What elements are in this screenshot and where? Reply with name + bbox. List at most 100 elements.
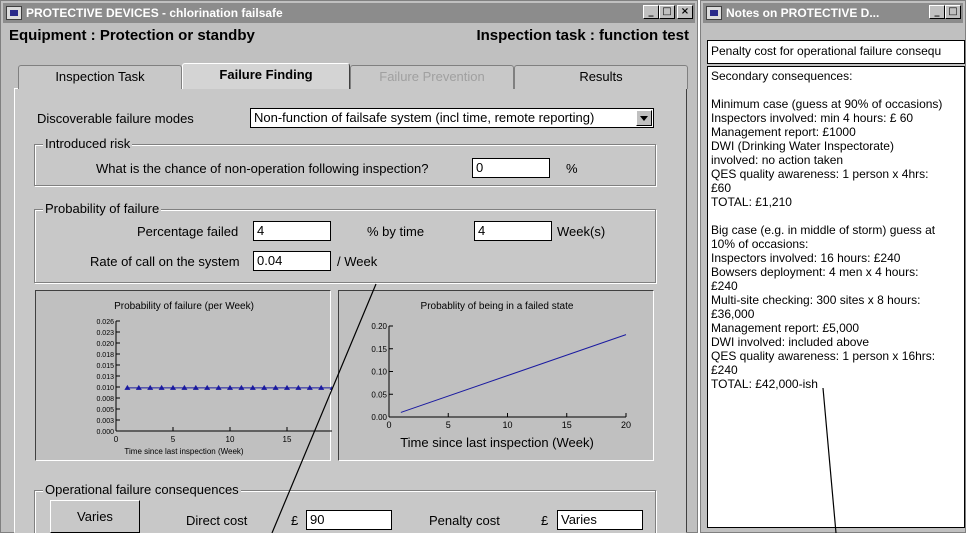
main-window-title: PROTECTIVE DEVICES - chlorination failsa… [26,6,283,20]
introduced-risk-input[interactable]: 0 [472,158,550,178]
x-tick-label: 15 [283,435,292,444]
x-tick-label: 10 [226,435,235,444]
x-tick-label: 5 [446,420,451,430]
direct-cost-input[interactable]: 90 [306,510,392,530]
y-tick-label: 0.008 [96,396,114,403]
y-tick-label: 0.020 [96,341,114,348]
probability-of-failure-chart-svg: Probability of failure (per Week) 0.000 0.… [96,301,332,456]
notes-line: Bowsers deployment: 4 men x 4 hours: [711,265,919,279]
notes-line: Multi-site checking: 300 sites x 8 hours… [711,293,921,307]
notes-line: TOTAL: £42,000-ish [711,377,818,391]
notes-titlebar[interactable]: Notes on PROTECTIVE D... _ □ [703,3,963,23]
probability-of-failure-title: Probability of failure [43,201,162,216]
notes-maximize-button[interactable]: □ [945,5,961,19]
introduced-risk-unit: % [566,161,578,176]
y-tick-label: 0.000 [96,429,114,436]
tab-results[interactable]: Results [514,65,688,89]
y-tick-label: 0.015 [96,363,114,370]
equipment-label: Equipment : Protection or standby [9,27,255,44]
notes-line: Minimum case (guess at 90% of occasions) [711,97,943,111]
y-tick-label: 0.010 [96,385,114,392]
y-tick-label: 0.00 [371,413,387,422]
failure-modes-select[interactable]: Non-function of failsafe system (incl ti… [250,108,654,128]
notes-line: £60 [711,181,732,195]
x-tick-label: 0 [114,435,119,444]
x-tick-label: 15 [562,420,572,430]
notes-line: DWI (Drinking Water Inspectorate) [711,139,894,153]
notes-line: Inspectors involved: 16 hours: £240 [711,251,901,265]
probability-of-failure-chart: Probability of failure (per Week) 0.000 0.… [35,290,332,461]
y-tick-label: 0.10 [371,368,387,377]
notes-window-title: Notes on PROTECTIVE D... [726,6,880,20]
notes-line: Big case (e.g. in middle of storm) guess… [711,223,936,237]
by-time-unit: Week(s) [557,224,606,239]
x-tick-label: 20 [621,420,631,430]
notes-line: Management report: £5,000 [711,321,860,335]
y-tick-label: 0.026 [96,319,114,326]
y-tick-label: 0.013 [96,374,114,381]
y-tick-label: 0.023 [96,330,114,337]
x-axis-label: Time since last inspection (Week) [124,447,243,456]
inspection-task-label: Inspection task : function test [476,27,689,44]
notes-line: Inspectors involved: min 4 hours: £ 60 [711,111,914,125]
introduced-risk-question: What is the chance of non-operation foll… [96,161,429,176]
notes-line: QES quality awareness: 1 person x 4hrs: [711,167,929,181]
penalty-cost-currency: £ [541,513,549,528]
by-time-input[interactable]: 4 [474,221,552,241]
chart-title: Probability of failure (per Week) [114,301,254,312]
rate-of-call-label: Rate of call on the system [90,254,240,269]
header-row: Equipment : Protection or standby Inspec… [9,27,689,47]
penalty-cost-label: Penalty cost [429,513,500,528]
operational-failure-title: Operational failure consequences [43,482,241,497]
tab-failure-prevention[interactable]: Failure Prevention [350,65,514,89]
notes-line: DWI involved: included above [711,335,870,349]
notes-line: £36,000 [711,307,755,321]
app-icon [6,6,22,20]
tab-failure-finding[interactable]: Failure Finding [182,63,350,89]
maximize-button[interactable]: □ [659,5,675,19]
series-line [400,334,627,413]
probability-of-failure-group: Probability of failure [34,201,656,283]
penalty-cost-input[interactable]: Varies [557,510,643,530]
notes-header-field[interactable]: Penalty cost for operational failure con… [707,40,965,64]
notes-line [711,209,961,223]
close-button[interactable]: × [677,5,693,19]
notes-text-area[interactable]: Secondary consequences: Minimum case (gue… [707,66,965,528]
notes-line: £240 [711,363,738,377]
notes-line: TOTAL: £1,210 [711,195,792,209]
failed-state-chart: Probablity of being in a failed state 0.0… [338,290,654,461]
notes-line: Management report: £1000 [711,125,856,139]
x-tick-label: 0 [386,420,391,430]
y-tick-label: 0.05 [371,390,387,399]
main-titlebar[interactable]: PROTECTIVE DEVICES - chlorination failsa… [3,3,695,23]
rate-of-call-input[interactable]: 0.04 [253,251,331,271]
chart-title: Probablity of being in a failed state [421,301,574,312]
minimize-button[interactable]: _ [643,5,659,19]
notes-minimize-button[interactable]: _ [929,5,945,19]
notes-line: 10% of occasions: [711,237,809,251]
direct-cost-currency: £ [291,513,299,528]
y-tick-label: 0.018 [96,352,114,359]
y-tick-label: 0.005 [96,407,114,414]
y-tick-label: 0.20 [371,322,387,331]
tab-inspection-task[interactable]: Inspection Task [18,65,182,89]
x-axis-label: Time since last inspection (Week) [400,435,594,450]
failed-state-chart-svg: Probablity of being in a failed state 0.0… [371,301,631,450]
introduced-risk-title: Introduced risk [43,136,133,151]
y-tick-label: 0.003 [96,418,114,425]
percentage-failed-input[interactable]: 4 [253,221,331,241]
x-tick-label: 10 [502,420,512,430]
app-icon [706,6,722,20]
failure-modes-value: Non-function of failsafe system (incl ti… [254,110,595,125]
notes-line [711,83,961,97]
notes-line: QES quality awareness: 1 person x 16hrs: [711,349,936,363]
chevron-down-icon[interactable] [636,110,652,126]
x-tick-label: 5 [171,435,176,444]
rate-of-call-unit: / Week [337,254,378,269]
varies-button[interactable]: Varies [50,500,140,533]
notes-line: Secondary consequences: [711,69,853,83]
by-time-label: % by time [367,224,425,239]
notes-line: £240 [711,279,738,293]
percentage-failed-label: Percentage failed [137,224,239,239]
notes-line: involved: no action taken [711,153,844,167]
